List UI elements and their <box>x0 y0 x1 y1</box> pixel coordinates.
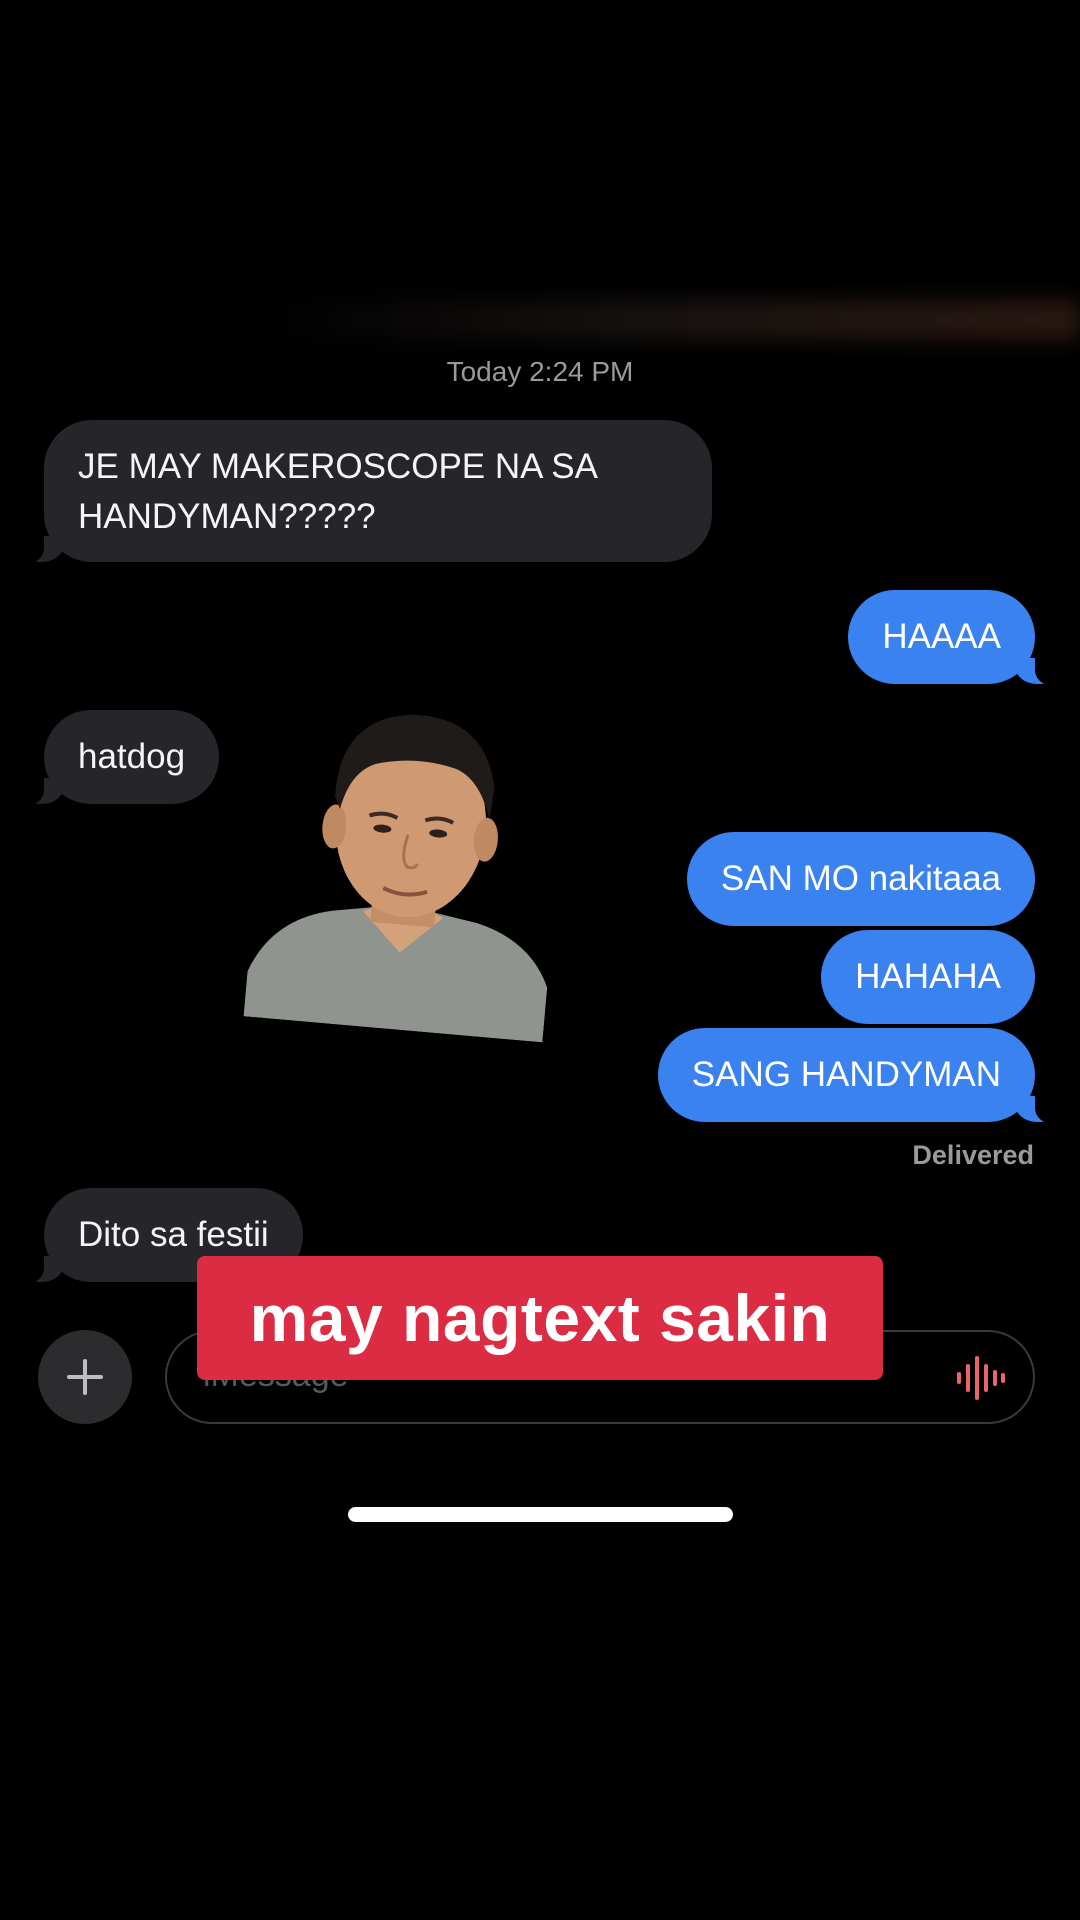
message-bubble-outgoing[interactable]: HAAAA <box>848 590 1059 686</box>
person-illustration <box>243 714 548 1043</box>
message-bubble-outgoing[interactable]: HAHAHA <box>821 930 1035 1024</box>
message-bubble-outgoing[interactable]: SANG HANDYMAN <box>657 1028 1060 1124</box>
delivery-status: Delivered <box>912 1140 1034 1170</box>
message-line: JE MAY MAKEROSCOPE NA SA <box>78 447 598 486</box>
message-text: SANG HANDYMAN <box>691 1055 1001 1094</box>
message-timestamp: Today 2:24 PM <box>446 356 634 387</box>
message-text: HAHAHA <box>855 957 1001 996</box>
message-line: HANDYMAN????? <box>78 497 376 536</box>
person-cutout-image <box>243 672 573 1043</box>
add-attachment-button[interactable] <box>38 1330 132 1424</box>
message-bubble-incoming[interactable]: hatdog <box>19 710 220 806</box>
home-indicator[interactable] <box>348 1507 733 1522</box>
message-text: HAAAA <box>882 617 1001 656</box>
message-text: hatdog <box>78 737 186 776</box>
message-bubble-incoming[interactable]: JE MAY MAKEROSCOPE NA SA HANDYMAN????? <box>20 420 712 564</box>
waveform-icon[interactable] <box>955 1356 1007 1400</box>
caption-overlay: may nagtext sakin <box>197 1256 883 1380</box>
message-bubble-outgoing[interactable]: SAN MO nakitaaa <box>686 832 1035 926</box>
message-text: Dito sa festii <box>78 1215 269 1254</box>
plus-icon <box>67 1359 103 1395</box>
message-text: SAN MO nakitaaa <box>720 859 1001 898</box>
top-glow <box>260 300 1080 340</box>
